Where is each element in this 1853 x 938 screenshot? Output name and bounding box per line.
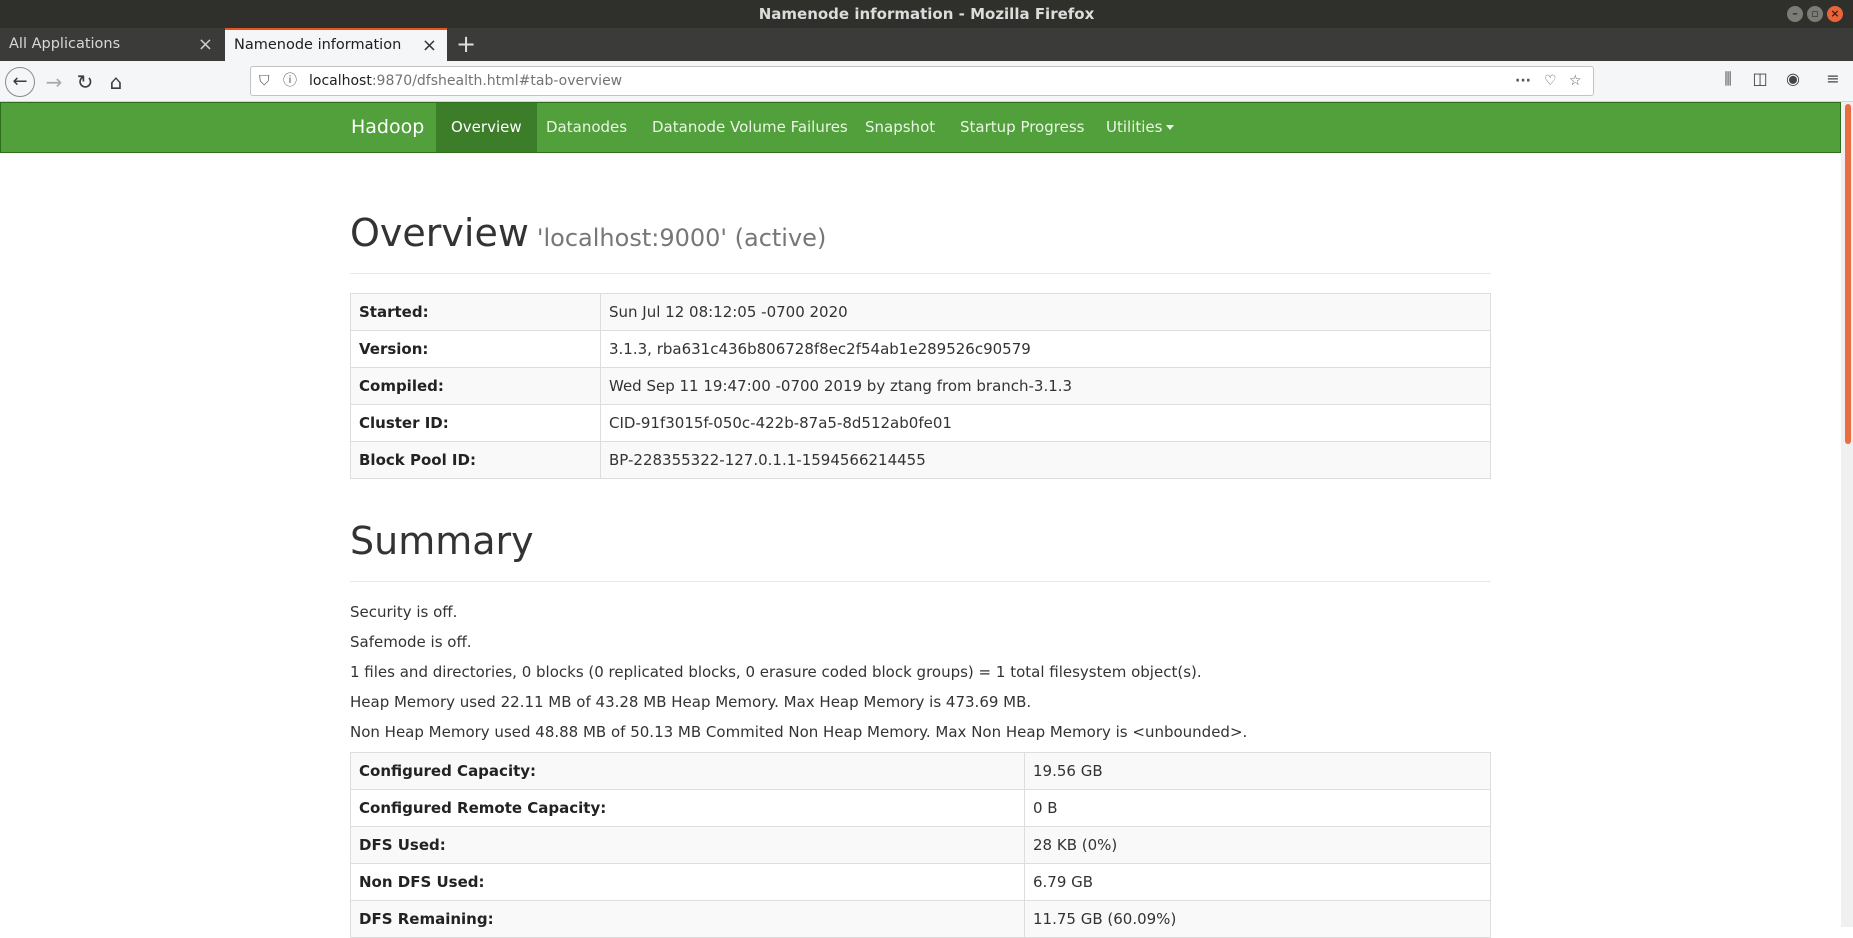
close-window-icon[interactable]: × bbox=[1827, 6, 1843, 22]
table-row: Configured Remote Capacity: 0 B bbox=[350, 789, 1491, 827]
maximize-icon[interactable]: ▫ bbox=[1807, 6, 1823, 22]
table-row: Version: 3.1.3, rba631c436b806728f8ec2f54… bbox=[350, 330, 1491, 368]
tab-all-applications[interactable]: All Applications × bbox=[0, 28, 223, 61]
library-icon[interactable]: ⫼ bbox=[1716, 69, 1740, 89]
row-key: DFS Used: bbox=[350, 826, 1025, 864]
hadoop-brand[interactable]: Hadoop bbox=[351, 103, 424, 152]
nav-utilities-label: Utilities bbox=[1106, 118, 1163, 136]
table-row: DFS Remaining: 11.75 GB (60.09%) bbox=[350, 900, 1491, 938]
row-key: Version: bbox=[350, 330, 601, 368]
summary-line: 1 files and directories, 0 blocks (0 rep… bbox=[350, 663, 1202, 681]
table-row: Block Pool ID: BP-228355322-127.0.1.1-159… bbox=[350, 441, 1491, 479]
tab-label: All Applications bbox=[9, 36, 121, 52]
table-row: Configured Capacity: 19.56 GB bbox=[350, 752, 1491, 790]
row-key: Configured Capacity: bbox=[350, 752, 1025, 790]
tab-strip: All Applications × Namenode information … bbox=[0, 28, 1853, 61]
overview-title: Overview bbox=[350, 211, 529, 255]
summary-line: Safemode is off. bbox=[350, 633, 472, 651]
nav-snapshot[interactable]: Snapshot bbox=[850, 103, 950, 152]
table-row: Started: Sun Jul 12 08:12:05 -0700 2020 bbox=[350, 293, 1491, 331]
row-value: 19.56 GB bbox=[1024, 752, 1491, 790]
url-text[interactable]: localhost:9870/dfshealth.html#tab-overvi… bbox=[309, 67, 622, 95]
tab-namenode-information[interactable]: Namenode information × bbox=[225, 28, 447, 61]
summary-line: Heap Memory used 22.11 MB of 43.28 MB He… bbox=[350, 693, 1032, 711]
window-controls: – ▫ × bbox=[1787, 6, 1843, 22]
table-row: Non DFS Used: 6.79 GB bbox=[350, 863, 1491, 901]
table-row: DFS Used: 28 KB (0%) bbox=[350, 826, 1491, 864]
row-value: BP-228355322-127.0.1.1-1594566214455 bbox=[600, 441, 1491, 479]
row-value: 28 KB (0%) bbox=[1024, 826, 1491, 864]
forward-arrow-icon[interactable]: → bbox=[40, 68, 68, 96]
row-key: Cluster ID: bbox=[350, 404, 601, 442]
row-key: Compiled: bbox=[350, 367, 601, 405]
caret-down-icon bbox=[1166, 125, 1175, 130]
reload-icon[interactable]: ↻ bbox=[71, 68, 99, 96]
overview-heading: Overview'localhost:9000' (active) bbox=[350, 211, 1491, 274]
row-key: DFS Remaining: bbox=[350, 900, 1025, 938]
new-tab-icon[interactable]: + bbox=[455, 28, 477, 61]
tab-label: Namenode information bbox=[234, 37, 402, 53]
row-value: 3.1.3, rba631c436b806728f8ec2f54ab1e2895… bbox=[600, 330, 1491, 368]
page-content: Overview'localhost:9000' (active) Starte… bbox=[350, 153, 1491, 938]
row-key: Started: bbox=[350, 293, 601, 331]
nav-datanode-volume-failures[interactable]: Datanode Volume Failures bbox=[637, 103, 863, 152]
scrollbar-thumb[interactable] bbox=[1845, 104, 1851, 444]
tab-close-icon[interactable]: × bbox=[422, 30, 437, 61]
minimize-icon[interactable]: – bbox=[1787, 6, 1803, 22]
account-icon[interactable]: ◉ bbox=[1781, 69, 1805, 88]
back-arrow-icon[interactable]: ← bbox=[5, 67, 35, 97]
summary-lines: Security is off. Safemode is off. 1 file… bbox=[350, 602, 1491, 752]
table-row: Cluster ID: CID-91f3015f-050c-422b-87a5-8… bbox=[350, 404, 1491, 442]
sidebar-icon[interactable]: ◫ bbox=[1748, 69, 1772, 88]
window-title: Namenode information - Mozilla Firefox bbox=[758, 5, 1095, 23]
table-row: Compiled: Wed Sep 11 19:47:00 -0700 2019 … bbox=[350, 367, 1491, 405]
url-bar[interactable]: ⛉ ⓘ localhost:9870/dfshealth.html#tab-ov… bbox=[250, 66, 1594, 96]
url-path: :9870/dfshealth.html#tab-overview bbox=[371, 73, 623, 89]
nav-utilities-dropdown[interactable]: Utilities bbox=[1091, 103, 1189, 152]
window-titlebar: Namenode information - Mozilla Firefox –… bbox=[0, 0, 1853, 28]
nav-startup-progress[interactable]: Startup Progress bbox=[945, 103, 1099, 152]
tab-close-icon[interactable]: × bbox=[198, 28, 213, 61]
row-value: CID-91f3015f-050c-422b-87a5-8d512ab0fe01 bbox=[600, 404, 1491, 442]
row-value: Sun Jul 12 08:12:05 -0700 2020 bbox=[600, 293, 1491, 331]
page-actions-icon[interactable]: ··· bbox=[1515, 67, 1531, 95]
nav-overview[interactable]: Overview bbox=[436, 103, 537, 152]
site-info-icon[interactable]: ⓘ bbox=[283, 67, 297, 95]
menu-icon[interactable]: ≡ bbox=[1821, 69, 1845, 88]
row-key: Non DFS Used: bbox=[350, 863, 1025, 901]
summary-heading: Summary bbox=[350, 519, 1491, 582]
home-icon[interactable]: ⌂ bbox=[102, 68, 130, 96]
browser-toolbar: ← → ↻ ⌂ ⛉ ⓘ localhost:9870/dfshealth.htm… bbox=[0, 61, 1853, 102]
nav-datanodes[interactable]: Datanodes bbox=[531, 103, 642, 152]
hadoop-navbar: Hadoop Overview Datanodes Datanode Volum… bbox=[0, 102, 1841, 153]
row-key: Block Pool ID: bbox=[350, 441, 601, 479]
shield-icon[interactable]: ⛉ bbox=[259, 67, 270, 95]
url-host: localhost bbox=[309, 73, 372, 89]
bookmark-star-icon[interactable]: ☆ bbox=[1569, 67, 1582, 95]
row-value: 6.79 GB bbox=[1024, 863, 1491, 901]
pocket-icon[interactable]: ♡ bbox=[1544, 67, 1557, 95]
row-value: 0 B bbox=[1024, 789, 1491, 827]
summary-line: Security is off. bbox=[350, 603, 458, 621]
row-key: Configured Remote Capacity: bbox=[350, 789, 1025, 827]
overview-table: Started: Sun Jul 12 08:12:05 -0700 2020 V… bbox=[350, 293, 1491, 479]
row-value: Wed Sep 11 19:47:00 -0700 2019 by ztang … bbox=[600, 367, 1491, 405]
summary-table: Configured Capacity: 19.56 GB Configured … bbox=[350, 752, 1491, 938]
summary-line: Non Heap Memory used 48.88 MB of 50.13 M… bbox=[350, 723, 1248, 741]
row-value: 11.75 GB (60.09%) bbox=[1024, 900, 1491, 938]
overview-subtitle: 'localhost:9000' (active) bbox=[536, 224, 827, 252]
